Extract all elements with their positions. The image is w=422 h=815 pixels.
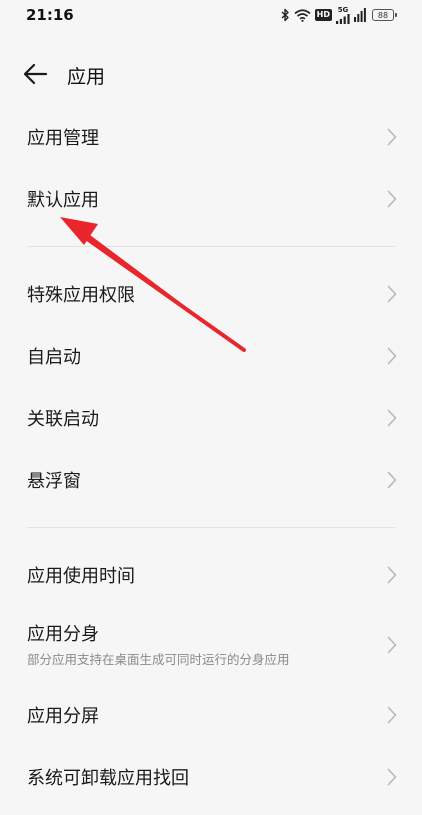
item-label: 自启动 [27, 347, 81, 368]
network-type-label: 5G [337, 5, 349, 14]
settings-list: 应用管理 默认应用 特殊应用权限 自启动 关联启动 悬浮窗 应用使用时间 应用分… [0, 106, 422, 808]
header: 应用 [0, 52, 422, 96]
chevron-right-icon [387, 409, 397, 427]
list-item-auto-start[interactable]: 自启动 [0, 325, 422, 387]
list-item-app-usage-time[interactable]: 应用使用时间 [0, 544, 422, 606]
list-item-floating-window[interactable]: 悬浮窗 [0, 449, 422, 511]
page-title: 应用 [67, 66, 106, 88]
item-label: 应用管理 [27, 128, 99, 149]
list-item-associated-start[interactable]: 关联启动 [0, 387, 422, 449]
divider [27, 527, 395, 528]
bluetooth-icon [281, 8, 289, 22]
item-label: 悬浮窗 [27, 471, 81, 492]
chevron-right-icon [387, 471, 397, 489]
battery-level: 88 [377, 10, 389, 20]
group-separator [0, 230, 422, 263]
back-button[interactable] [22, 62, 50, 86]
wifi-icon [294, 8, 311, 22]
item-label: 特殊应用权限 [27, 285, 135, 306]
list-item-restore-system-apps[interactable]: 系统可卸载应用找回 [0, 746, 422, 808]
battery-icon: 88 [372, 9, 397, 21]
list-item-split-screen[interactable]: 应用分屏 [0, 684, 422, 746]
group-separator [0, 511, 422, 544]
status-time: 21:16 [26, 6, 74, 24]
arrow-left-icon [23, 63, 48, 85]
chevron-right-icon [387, 636, 397, 654]
hd-icon: HD [314, 9, 332, 21]
item-label: 系统可卸载应用找回 [27, 768, 189, 789]
divider [27, 246, 395, 247]
chevron-right-icon [387, 347, 397, 365]
item-label: 应用使用时间 [27, 566, 135, 587]
network-indicator: 5G [336, 5, 350, 24]
item-label: 应用分屏 [27, 706, 99, 727]
status-bar: 21:16 HD 5G 88 [0, 0, 422, 30]
signal-icon-2 [354, 8, 366, 22]
list-item-default-apps[interactable]: 默认应用 [0, 168, 422, 230]
status-icons: HD 5G 88 [281, 5, 397, 24]
list-item-special-permissions[interactable]: 特殊应用权限 [0, 263, 422, 325]
item-label: 应用分身 [27, 624, 99, 645]
item-label: 默认应用 [27, 190, 99, 211]
chevron-right-icon [387, 566, 397, 584]
chevron-right-icon [387, 768, 397, 786]
signal-icon [336, 13, 350, 24]
list-item-app-management[interactable]: 应用管理 [0, 106, 422, 168]
item-label: 关联启动 [27, 409, 99, 430]
list-item-app-clone[interactable]: 应用分身 部分应用支持在桌面生成可同时运行的分身应用 [0, 606, 422, 684]
chevron-right-icon [387, 128, 397, 146]
chevron-right-icon [387, 706, 397, 724]
chevron-right-icon [387, 190, 397, 208]
item-subtitle: 部分应用支持在桌面生成可同时运行的分身应用 [27, 652, 290, 667]
chevron-right-icon [387, 285, 397, 303]
